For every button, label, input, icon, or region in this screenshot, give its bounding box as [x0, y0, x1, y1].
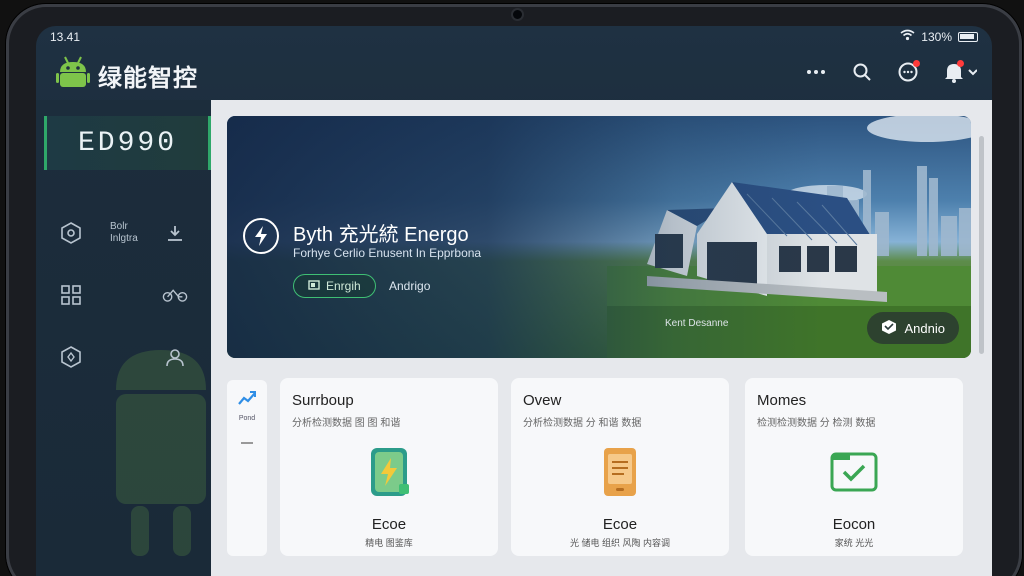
battery-bolt-icon [365, 444, 413, 500]
status-bar: 13.41 130% [36, 26, 992, 48]
app-bar-actions [802, 58, 980, 86]
hero-action-label: Andnio [904, 320, 945, 336]
card-description: 光 储电 组织 风陶 内容调 [569, 538, 670, 548]
brand-card[interactable]: ED990 [44, 116, 211, 170]
hexagon-settings-icon [58, 344, 84, 370]
card-subtitle: 分析检测数据 分 和谐 数据 [523, 418, 642, 429]
mini-divider [241, 442, 253, 444]
more-icon[interactable] [802, 58, 830, 86]
card-name: Ecoe [371, 516, 407, 533]
sidebar-row-1[interactable]: Bolr Inlgtra [58, 220, 198, 246]
mini-label: Pond [238, 415, 256, 422]
sidebar-row-2[interactable] [58, 282, 198, 308]
chat-icon[interactable] [894, 58, 922, 86]
lightning-bolt-icon [243, 218, 279, 254]
wifi-icon [900, 29, 915, 44]
hero-caption: Kent Desanne [665, 318, 729, 329]
tablet-doc-icon [596, 444, 644, 500]
card-name: Eocon [832, 516, 876, 533]
brand-label: ED990 [77, 127, 177, 159]
sidebar-row-3[interactable] [58, 344, 198, 370]
battery-small-icon [308, 279, 320, 293]
checkbox-icon [830, 444, 878, 500]
status-time: 13.41 [50, 30, 81, 44]
grid-icon [58, 282, 84, 308]
download-icon[interactable] [162, 220, 188, 246]
battery-icon [958, 31, 978, 42]
bike-icon[interactable] [162, 282, 188, 308]
feature-card-1[interactable]: Surrboup 分析检测数据 图 图 和谐 Ecoe 精电 图鉴库 [280, 378, 498, 556]
hero-action-button[interactable]: Andnio [866, 312, 959, 344]
feature-card-3[interactable]: Momes 检测检测数据 分 检测 数据 Eocon 家统 光光 [745, 378, 963, 556]
user-icon[interactable] [162, 344, 188, 370]
hero-pill-label: Enrgih [326, 279, 361, 293]
card-title: Ovew [523, 392, 562, 409]
screen: 13.41 130% 绿能智控 ED990 Bolr Inlgtra Byth … [36, 26, 992, 576]
cube-icon [881, 319, 897, 338]
chat-badge [913, 60, 920, 67]
feature-card-2[interactable]: Ovew 分析检测数据 分 和谐 数据 Ecoe 光 储电 组织 风陶 内容调 [511, 378, 729, 556]
card-title: Momes [757, 392, 807, 409]
front-camera [513, 10, 522, 19]
mini-side-panel[interactable]: Pond [227, 380, 267, 556]
hero-pill-button[interactable]: Enrgih [293, 274, 376, 298]
card-subtitle: 检测检测数据 分 检测 数据 [757, 418, 876, 429]
main-panel: Byth 充光統 Energo Forhye Cerlio Enusent In… [211, 100, 992, 576]
sidebar-row-label: Bolr Inlgtra [110, 221, 138, 244]
sidebar: ED990 Bolr Inlgtra [36, 100, 211, 576]
app-bar: 绿能智控 [36, 48, 992, 100]
card-title: Surrboup [292, 392, 354, 409]
notification-badge [957, 60, 964, 67]
card-description: 家统 光光 [834, 538, 874, 548]
search-icon[interactable] [848, 58, 876, 86]
card-subtitle: 分析检测数据 图 图 和谐 [292, 418, 401, 429]
status-right: 130% [900, 29, 978, 44]
hero-link[interactable]: Andrigo [389, 279, 430, 293]
hero-title: Byth 充光統 Energo [293, 224, 469, 246]
hexagon-gear-icon [58, 220, 84, 246]
app-title: 绿能智控 [98, 65, 198, 92]
hero-banner[interactable]: Byth 充光統 Energo Forhye Cerlio Enusent In… [227, 116, 971, 358]
notification-bell-icon[interactable] [940, 58, 980, 86]
card-name: Ecoe [602, 516, 638, 533]
trend-icon [238, 390, 256, 411]
card-description: 精电 图鉴库 [365, 538, 413, 548]
android-logo-icon [56, 54, 90, 92]
hero-subtitle: Forhye Cerlio Enusent In Epprbona [293, 246, 482, 260]
battery-percent: 130% [921, 29, 952, 44]
scrollbar[interactable] [979, 136, 984, 354]
